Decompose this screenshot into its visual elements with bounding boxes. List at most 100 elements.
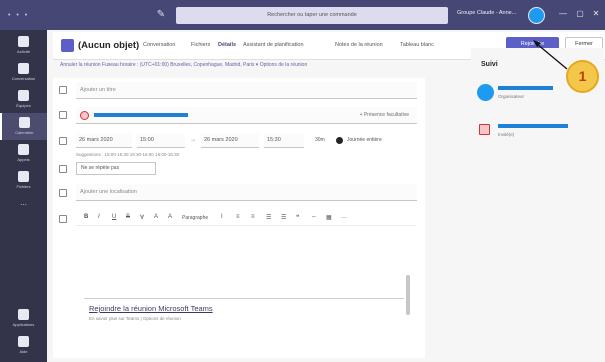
editor-scrollbar[interactable] [406,275,410,315]
tab-scheduling-assistant[interactable]: Assistant de planification [243,42,304,48]
rail-item-help[interactable]: Aide [0,332,47,359]
tab-meeting-notes[interactable]: Notes de la réunion [335,42,383,48]
meeting-title: (Aucun objet) [78,40,140,51]
minimize-icon[interactable]: — [558,9,568,19]
highlight-button[interactable]: ∀ [140,214,144,221]
all-day-label: Journée entière [347,137,382,143]
title-bar: • • • ✎ Rechercher ou taper une commande… [0,0,605,30]
timezone-row[interactable]: Annuler la réunion Fuseau horaire : (UTC… [60,62,400,72]
rail-item-calls[interactable]: Appels [0,140,47,167]
align-button[interactable]: ≡ [251,214,255,220]
main-panel: (Aucun objet) Conversation Fichiers Déta… [47,30,605,362]
tab-whiteboard[interactable]: Tableau blanc [400,42,434,48]
details-editor[interactable]: Rejoindre la réunion Microsoft Teams En … [76,228,414,321]
close-window-icon[interactable]: ✕ [591,9,601,19]
rail-label: Calendrier [15,130,34,135]
table-button[interactable]: ▦ [326,214,332,221]
calendar-icon [61,39,74,52]
tenant-label[interactable]: Groupe Claude - Anne... [457,10,516,16]
app-rail: Activité Conversation Équipes Calendrier… [0,30,47,362]
organizer-role: Organisateur [498,94,525,99]
details-icon [59,215,67,223]
start-time-select[interactable]: 15:00 [137,133,185,148]
attendee-avatar [479,124,490,135]
app-launcher-icon[interactable]: • • • [8,12,29,19]
duration-label: 30m [315,137,325,143]
more-icon: ... [20,198,27,207]
user-avatar[interactable] [528,7,545,24]
chat-icon [18,63,29,74]
phone-icon [18,144,29,155]
font-color-button[interactable]: A [154,214,158,220]
rail-label: Aide [19,349,28,354]
attendee-avatar [80,111,89,120]
bold-button[interactable]: B [84,214,88,220]
tracking-title: Suivi [481,61,498,68]
indent-button[interactable]: Ι [221,214,223,220]
teams-window: • • • ✎ Rechercher ou taper une commande… [0,0,605,362]
paragraph-select[interactable]: Paragraphe [182,215,208,221]
apps-icon [18,309,29,320]
teams-icon [18,90,29,101]
tab-details[interactable]: Détails [218,42,236,48]
tab-conversation[interactable]: Conversation [143,42,175,48]
italic-button[interactable]: I [98,214,100,220]
bullet-list-button[interactable]: ☰ [266,214,271,221]
underline-button[interactable]: U [112,214,116,220]
separator-line [84,298,404,299]
link-button[interactable]: ⇔ [311,214,317,220]
attendee-role: Invité(e) [498,132,515,137]
strikethrough-button[interactable]: S [126,214,130,220]
rail-item-teams[interactable]: Équipes [0,86,47,113]
file-icon [18,171,29,182]
clock-icon [59,137,67,145]
all-day-toggle[interactable] [336,137,343,144]
tab-files[interactable]: Fichiers [191,42,210,48]
rail-item-files[interactable]: Fichiers [0,167,47,194]
arrow-right-icon: → [190,137,196,143]
end-date-field[interactable]: 26 mars 2020 [201,133,259,148]
join-meeting-subtext[interactable]: En savoir plus sur Teams | Options de ré… [89,316,181,321]
time-suggestions[interactable]: Suggestions : 15:00-15:30 15:30-16:00 16… [76,152,179,157]
title-input[interactable]: Ajouter un titre [76,82,417,99]
join-meeting-link[interactable]: Rejoindre la réunion Microsoft Teams [89,304,213,313]
rail-label: Appels [17,157,30,162]
callout-badge: 1 [566,60,599,93]
formatting-toolbar: B I U S ∀ A A Paragraphe Ι ≡ ≡ ☰ ☰ ❝ ⇔ ▦… [76,211,416,226]
help-icon [18,336,29,347]
quote-button[interactable]: ❝ [296,214,299,221]
attendee-name-redacted [498,124,568,128]
maximize-icon[interactable]: ▢ [575,9,585,19]
location-icon [59,189,67,197]
pencil-icon [59,86,67,94]
more-options-button[interactable]: … [341,214,347,220]
outdent-button[interactable]: ≡ [236,214,240,220]
rail-label: Activité [17,49,30,54]
rail-label: Conversation [11,76,36,81]
font-size-button[interactable]: A [168,214,172,220]
rail-item-calendar[interactable]: Calendrier [0,113,47,140]
rail-item-apps[interactable]: Applications [0,305,47,332]
rail-item-chat[interactable]: Conversation [0,59,47,86]
rail-item-activity[interactable]: Activité [0,32,47,59]
rail-label: Fichiers [16,184,31,189]
rail-label: Équipes [16,103,31,108]
attendee-name-redacted [94,113,188,117]
location-input[interactable]: Ajouter une localisation [76,184,417,201]
optional-attendees-link[interactable]: + Présence facultative [360,107,409,124]
rail-label: Applications [12,322,35,327]
calendar-icon [19,117,30,128]
attendees-icon [59,111,67,119]
organizer-name-redacted [498,86,553,90]
search-input[interactable]: Rechercher ou taper une commande [176,7,448,24]
repeat-select[interactable]: Ne se répète pas [76,162,156,175]
meeting-form: Ajouter un titre + Présence facultative … [53,78,425,358]
repeat-icon [59,165,67,173]
compose-icon[interactable]: ✎ [154,8,168,22]
end-time-select[interactable]: 15:30 [264,133,304,148]
organizer-avatar [477,84,494,101]
attendees-input[interactable]: + Présence facultative [76,107,417,124]
start-date-field[interactable]: 26 mars 2020 [76,133,132,148]
numbered-list-button[interactable]: ☰ [281,214,286,221]
rail-item-more[interactable]: ... [0,192,47,219]
